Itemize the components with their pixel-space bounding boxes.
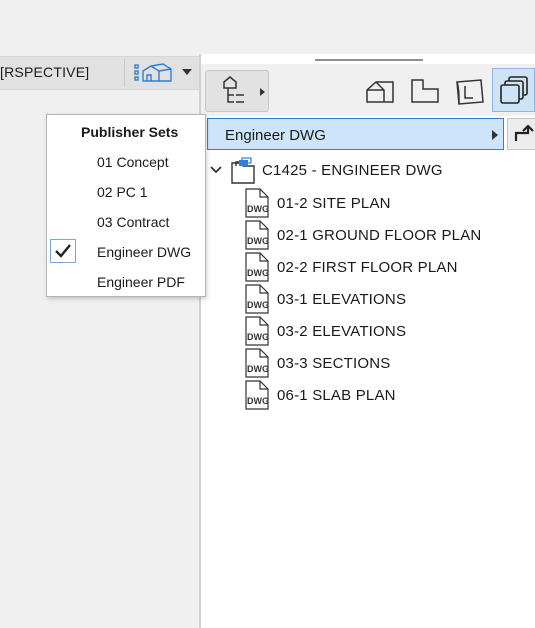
dwg-file-icon: DWG bbox=[245, 252, 269, 282]
svg-text:DWG: DWG bbox=[247, 332, 269, 342]
publisher-sets-button[interactable] bbox=[492, 68, 535, 112]
tree-item[interactable]: DWG 03-1 ELEVATIONS bbox=[243, 284, 533, 314]
svg-text:DWG: DWG bbox=[247, 268, 269, 278]
left-panel bbox=[0, 0, 199, 628]
go-up-icon bbox=[514, 124, 534, 141]
chevron-down-icon[interactable] bbox=[209, 164, 223, 176]
dwg-file-icon: DWG bbox=[245, 284, 269, 314]
view-map-icon[interactable] bbox=[133, 61, 173, 85]
tree-item-label: 03-3 SECTIONS bbox=[277, 355, 391, 372]
dwg-file-icon: DWG bbox=[245, 380, 269, 410]
publisher-set-label: Engineer DWG bbox=[225, 127, 326, 144]
menu-item-selected[interactable]: Engineer DWG bbox=[47, 238, 205, 266]
view-separator bbox=[124, 59, 125, 87]
menu-item[interactable]: 02 PC 1 bbox=[47, 178, 205, 206]
menu-item-label: Engineer DWG bbox=[97, 244, 192, 260]
tree-item[interactable]: DWG 02-1 GROUND FLOOR PLAN bbox=[243, 220, 533, 250]
checkmark-icon bbox=[55, 244, 71, 258]
menu-item-label: 01 Concept bbox=[97, 154, 169, 170]
tree-item-label: 02-1 GROUND FLOOR PLAN bbox=[277, 227, 482, 244]
publisher-folder-icon bbox=[231, 157, 255, 184]
tree-item[interactable]: DWG 03-3 SECTIONS bbox=[243, 348, 533, 378]
publisher-set-selector[interactable]: Engineer DWG bbox=[207, 118, 504, 150]
tree-root-label: C1425 - ENGINEER DWG bbox=[262, 162, 443, 179]
svg-text:DWG: DWG bbox=[247, 396, 269, 406]
tree-item[interactable]: DWG 03-2 ELEVATIONS bbox=[243, 316, 533, 346]
tree-item-label: 03-1 ELEVATIONS bbox=[277, 291, 407, 308]
svg-text:DWG: DWG bbox=[247, 236, 269, 246]
menu-item[interactable]: 03 Contract bbox=[47, 208, 205, 236]
dwg-file-icon: DWG bbox=[245, 220, 269, 250]
menu-title: Publisher Sets bbox=[81, 124, 179, 140]
chevron-right-icon[interactable] bbox=[491, 129, 499, 141]
structure-button[interactable] bbox=[205, 70, 269, 112]
publisher-sets-icon bbox=[500, 76, 528, 104]
view-label: [RSPECTIVE] bbox=[0, 64, 90, 80]
tree-item[interactable]: DWG 06-1 SLAB PLAN bbox=[243, 380, 533, 410]
dwg-file-icon: DWG bbox=[245, 348, 269, 378]
tree-item[interactable]: DWG 02-2 FIRST FLOOR PLAN bbox=[243, 252, 533, 282]
resize-grip[interactable] bbox=[315, 59, 423, 61]
tree-item-label: 01-2 SITE PLAN bbox=[277, 195, 391, 212]
menu-item-label: 02 PC 1 bbox=[97, 184, 148, 200]
svg-text:DWG: DWG bbox=[247, 204, 269, 214]
left-panel-top bbox=[0, 0, 199, 54]
dropdown-caret-icon[interactable] bbox=[181, 67, 193, 77]
tree-item-label: 06-1 SLAB PLAN bbox=[277, 387, 396, 404]
layout-sheet-icon[interactable] bbox=[453, 76, 487, 108]
menu-item[interactable]: Engineer PDF bbox=[47, 268, 205, 296]
floor-plan-icon[interactable] bbox=[409, 77, 441, 107]
tree-item[interactable]: DWG 01-2 SITE PLAN bbox=[243, 188, 533, 218]
tree-item-label: 03-2 ELEVATIONS bbox=[277, 323, 407, 340]
publisher-sets-menu: Publisher Sets 01 Concept 02 PC 1 03 Con… bbox=[46, 114, 206, 297]
menu-item-label: Engineer PDF bbox=[97, 274, 185, 290]
dwg-file-icon: DWG bbox=[245, 316, 269, 346]
svg-text:DWG: DWG bbox=[247, 364, 269, 374]
checkmark-box bbox=[50, 239, 76, 263]
menu-item-label: 03 Contract bbox=[97, 214, 170, 230]
tree-root[interactable]: C1425 - ENGINEER DWG bbox=[207, 156, 527, 186]
view-selector-bar[interactable]: [RSPECTIVE] bbox=[0, 56, 199, 90]
tree-item-label: 02-2 FIRST FLOOR PLAN bbox=[277, 259, 458, 276]
hierarchy-icon bbox=[223, 76, 265, 103]
house-icon[interactable] bbox=[364, 76, 396, 106]
svg-text:DWG: DWG bbox=[247, 300, 269, 310]
menu-item[interactable]: 01 Concept bbox=[47, 148, 205, 176]
go-up-button[interactable] bbox=[507, 118, 535, 150]
dwg-file-icon: DWG bbox=[245, 188, 269, 218]
